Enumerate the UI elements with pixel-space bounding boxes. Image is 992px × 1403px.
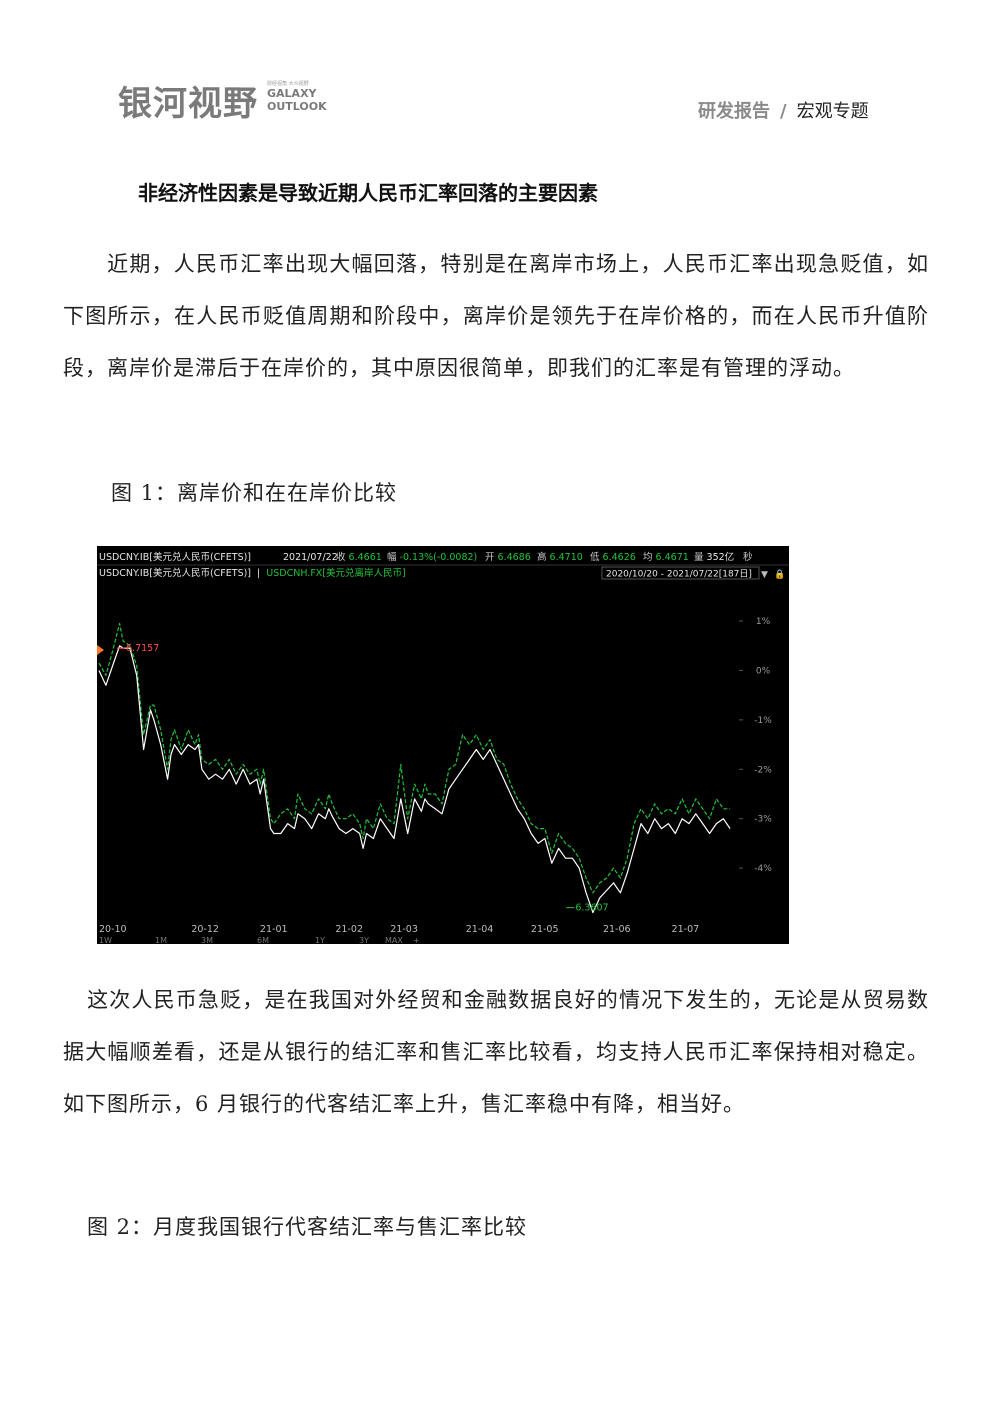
date-range-label[interactable]: 2020/10/20 - 2021/07/22[187日] [606,569,752,580]
period-tab[interactable]: 1W [99,936,112,944]
y-tick-label: 0% [756,666,771,676]
quote-high-label: 高 [537,551,547,563]
quote-date: 2021/07/22 [283,552,338,563]
annotation-layer: 6.7157 6.3607 [117,643,609,914]
lock-icon[interactable]: 🔒 [774,569,785,580]
y-tick-label: -2% [754,765,772,775]
quote-low-value: 6.4626 [603,552,636,563]
series-line-offshore [98,622,731,894]
y-tick-label: -1% [754,716,772,726]
x-tick-label: 20-12 [191,924,219,935]
header-topic: 宏观专题 [796,101,869,122]
chart-svg: USDCNY.IB[美元兑人民币(CFETS)] 2021/07/22 收 6.… [97,551,789,944]
logo-en-line2: OUTLOOK [267,100,327,113]
quote-high-value: 6.4710 [550,552,583,563]
x-tick-label: 21-02 [335,924,363,935]
x-tick-labels: 20-10 20-12 21-01 21-02 21-03 21-04 21-05 21-06… [99,924,699,935]
paragraph-2: 这次人民币急贬，是在我国对外经贸和金融数据良好的情况下发生的，无论是从贸易数据大… [63,988,929,1116]
logo-en-line1: GALAXY [267,87,317,100]
period-tab[interactable]: 1Y [315,936,325,944]
period-tab[interactable]: 1M [155,936,167,944]
quote-open-label: 开 [485,552,495,563]
y-tick-label: 1% [756,617,771,627]
figure-1-caption: 图 1：离岸价和在在岸价比较 [111,481,398,505]
x-tick-label: 21-04 [466,924,494,935]
quote-avg-label: 均 [643,551,653,563]
x-tick-label: 21-01 [260,924,288,935]
legend-separator: | [257,568,260,579]
start-marker-icon [97,645,104,655]
quote-bar: USDCNY.IB[美元兑人民币(CFETS)] 2021/07/22 收 6.… [99,551,753,563]
header-breadcrumb: 研发报告 / 宏观专题 [698,97,869,123]
y-tick-label: -4% [754,864,772,874]
paragraph-1: 近期，人民币汇率出现大幅回落，特别是在离岸市场上，人民币汇率出现急贬值，如下图所… [63,252,929,380]
logo-tagline: 财经视角 大众视野 [267,81,309,87]
y-tick-labels: 1% 0% -1% -2% -3% -4% [754,617,772,874]
chart-legend: USDCNY.IB[美元兑人民币(CFETS)] | USDCNH.FX[美元兑… [99,567,406,579]
period-tab[interactable]: 3Y [359,936,369,944]
quote-change-value: -0.13%(-0.0082) [400,552,478,563]
annotation-label: 6.7157 [126,643,159,654]
legend-series-1: USDCNY.IB[美元兑人民币(CFETS)] [99,567,251,579]
period-tab[interactable]: + [413,936,420,944]
annotation-label: 6.3607 [575,903,608,914]
header-category: 研发报告 [698,101,770,122]
logo-text-en: GALAXY OUTLOOK [267,87,327,113]
period-tab[interactable]: 3M [201,936,213,944]
x-tick-label: 21-06 [603,924,631,935]
quote-more: 秒 [743,551,753,563]
logo-text-cn: 银河视野 [118,84,258,124]
header-separator: / [780,101,787,122]
quote-close-value: 6.4661 [349,552,382,563]
quote-avg-value: 6.4671 [656,552,689,563]
grid-layer [739,620,743,869]
period-tab[interactable]: MAX [385,936,403,944]
exchange-rate-chart: USDCNY.IB[美元兑人民币(CFETS)] 2021/07/22 收 6.… [97,546,789,944]
x-tick-label: 20-10 [99,924,127,935]
y-tick-label: -3% [754,815,772,825]
series-layer [98,622,731,914]
legend-series-2: USDCNH.FX[美元兑离岸人民币] [266,567,405,579]
period-tabs[interactable]: 1W 1M 3M 6M 1Y 3Y MAX + [99,936,420,944]
quote-change-label: 幅 [387,551,397,563]
period-tab[interactable]: 6M [257,936,269,944]
article-title: 非经济性因素是导致近期人民币汇率回落的主要因素 [138,181,598,205]
series-line-onshore [98,645,731,914]
quote-low-label: 低 [590,551,600,563]
x-tick-label: 21-07 [672,924,700,935]
quote-volume-label: 量 [694,552,704,563]
range-dropdown-icon[interactable]: ▼ [761,570,768,580]
quote-open-value: 6.4686 [498,552,531,563]
quote-volume-value: 352亿 [707,551,735,563]
figure-2-caption: 图 2：月度我国银行代客结汇率与售汇率比较 [87,1215,528,1239]
x-tick-label: 21-05 [531,924,559,935]
x-tick-label: 21-03 [390,924,418,935]
quote-close-label: 收 [336,551,346,563]
quote-symbol: USDCNY.IB[美元兑人民币(CFETS)] [99,551,251,563]
